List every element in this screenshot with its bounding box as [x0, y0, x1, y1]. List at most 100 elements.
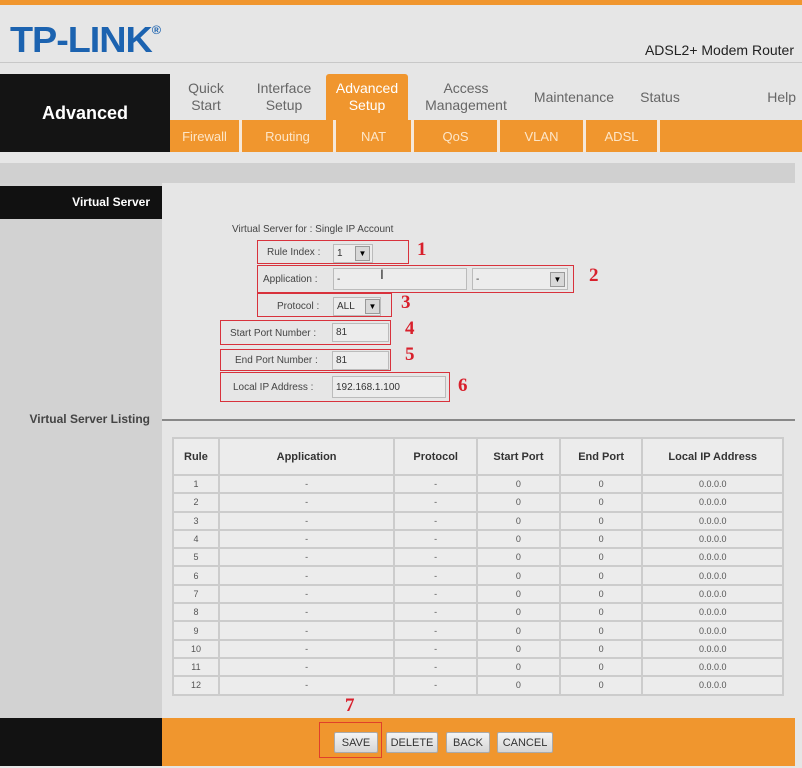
start-port-input[interactable]: 81	[332, 323, 389, 342]
annotation-number-1: 1	[417, 239, 427, 260]
annotation-number-3: 3	[401, 292, 411, 313]
annotation-number-2: 2	[589, 265, 599, 286]
cell-protocol: -	[393, 492, 479, 513]
cell-end-port: 0	[558, 492, 644, 513]
application-input[interactable]: -	[333, 268, 467, 290]
cell-protocol: -	[393, 565, 479, 586]
cell-start-port: 0	[476, 656, 561, 678]
cell-start-port: 0	[476, 602, 561, 623]
cell-end-port: 0	[558, 656, 644, 678]
tab-help[interactable]: Help	[696, 74, 802, 120]
cell-rule: 3	[172, 510, 220, 531]
tab-interface-setup[interactable]: Interface Setup	[242, 74, 326, 120]
cell-rule: 11	[172, 656, 220, 678]
header: TP-LINK® ADSL2+ Modem Router	[0, 5, 802, 63]
column-header-application: Application	[217, 437, 396, 476]
subtab-nat[interactable]: NAT	[336, 120, 414, 152]
local-ip-input[interactable]: 192.168.1.100	[332, 376, 446, 398]
cell-application: -	[217, 583, 396, 605]
table-row: 10- -0 0 0.0.0.0	[172, 638, 784, 659]
cell-local-ip: 0.0.0.0	[641, 656, 784, 678]
annotation-number-7: 7	[345, 695, 355, 716]
cell-start-port: 0	[476, 638, 561, 659]
tab-advanced-setup[interactable]: Advanced Setup	[326, 74, 408, 120]
chevron-down-icon[interactable]: ▼	[355, 246, 370, 261]
cell-protocol: -	[393, 583, 479, 605]
chevron-down-icon[interactable]: ▼	[550, 272, 565, 287]
tab-status[interactable]: Status	[624, 74, 696, 120]
end-port-input[interactable]: 81	[332, 351, 389, 370]
cell-local-ip: 0.0.0.0	[641, 638, 784, 659]
subtab-routing[interactable]: Routing	[242, 120, 336, 152]
save-button[interactable]: SAVE	[334, 732, 378, 753]
listing-divider	[162, 419, 795, 421]
column-header-end-port: End Port	[558, 437, 644, 476]
table-row: 4- -0 0 0.0.0.0	[172, 528, 784, 550]
subtab-vlan[interactable]: VLAN	[500, 120, 586, 152]
subtab-firewall[interactable]: Firewall	[170, 120, 242, 152]
cell-application: -	[217, 510, 396, 531]
cell-local-ip: 0.0.0.0	[641, 620, 784, 641]
chevron-down-icon[interactable]: ▼	[365, 299, 380, 314]
sidebar-virtual-server-listing: Virtual Server Listing	[29, 412, 151, 426]
cell-protocol: -	[393, 510, 479, 531]
rule-index-value: 1	[337, 248, 343, 259]
table-row: 9- -0 0 0.0.0.0	[172, 620, 784, 641]
local-ip-label: Local IP Address :	[233, 382, 314, 393]
end-port-label: End Port Number :	[235, 355, 318, 366]
table-body: 1- -0 0 0.0.0.0 2- -0 0 0.0.0.0 3- -0 0 0.0.0.0 4- -0…	[172, 473, 784, 696]
tp-link-logo: TP-LINK®	[10, 19, 161, 61]
cell-local-ip: 0.0.0.0	[641, 528, 784, 550]
cell-end-port: 0	[558, 620, 644, 641]
subtab-adsl[interactable]: ADSL	[586, 120, 660, 152]
table-row: 6- -0 0 0.0.0.0	[172, 565, 784, 586]
table-row: 1- -0 0 0.0.0.0	[172, 473, 784, 495]
cell-end-port: 0	[558, 565, 644, 586]
cell-rule: 2	[172, 492, 220, 513]
delete-button[interactable]: DELETE	[386, 732, 438, 753]
virtual-server-listing-table: Rule Application Protocol Start Port End…	[172, 437, 784, 696]
cell-local-ip: 0.0.0.0	[641, 583, 784, 605]
tab-maintenance[interactable]: Maintenance	[524, 74, 624, 120]
cell-local-ip: 0.0.0.0	[641, 675, 784, 696]
cell-end-port: 0	[558, 583, 644, 605]
table-row: 2- -0 0 0.0.0.0	[172, 492, 784, 513]
table-row: 3- -0 0 0.0.0.0	[172, 510, 784, 531]
cell-protocol: -	[393, 656, 479, 678]
cell-application: -	[217, 565, 396, 586]
cell-application: -	[217, 602, 396, 623]
back-button[interactable]: BACK	[446, 732, 490, 753]
application-label: Application :	[263, 274, 318, 285]
cell-end-port: 0	[558, 473, 644, 495]
protocol-label: Protocol :	[277, 301, 320, 312]
rule-index-label: Rule Index :	[267, 247, 321, 258]
cancel-button[interactable]: CANCEL	[497, 732, 553, 753]
start-port-label: Start Port Number :	[230, 328, 317, 339]
cell-local-ip: 0.0.0.0	[641, 565, 784, 586]
cell-start-port: 0	[476, 583, 561, 605]
column-header-local-ip: Local IP Address	[641, 437, 784, 476]
cell-end-port: 0	[558, 675, 644, 696]
subtab-qos[interactable]: QoS	[414, 120, 500, 152]
cell-protocol: -	[393, 638, 479, 659]
cell-protocol: -	[393, 602, 479, 623]
cell-protocol: -	[393, 620, 479, 641]
product-name: ADSL2+ Modem Router	[644, 42, 794, 58]
tab-quick-start[interactable]: Quick Start	[170, 74, 242, 120]
section-divider-bar	[0, 163, 795, 183]
column-header-protocol: Protocol	[393, 437, 479, 476]
annotation-number-5: 5	[405, 344, 415, 365]
cell-local-ip: 0.0.0.0	[641, 510, 784, 531]
cell-rule: 8	[172, 602, 220, 623]
footer-left-block	[0, 718, 162, 766]
annotation-number-6: 6	[458, 375, 468, 396]
cell-start-port: 0	[476, 675, 561, 696]
cell-end-port: 0	[558, 638, 644, 659]
cell-rule: 4	[172, 528, 220, 550]
tab-access-management[interactable]: Access Management	[408, 74, 524, 120]
sidebar	[0, 183, 162, 718]
cell-protocol: -	[393, 675, 479, 696]
cell-application: -	[217, 492, 396, 513]
cell-rule: 1	[172, 473, 220, 495]
table-row: 5- -0 0 0.0.0.0	[172, 547, 784, 568]
